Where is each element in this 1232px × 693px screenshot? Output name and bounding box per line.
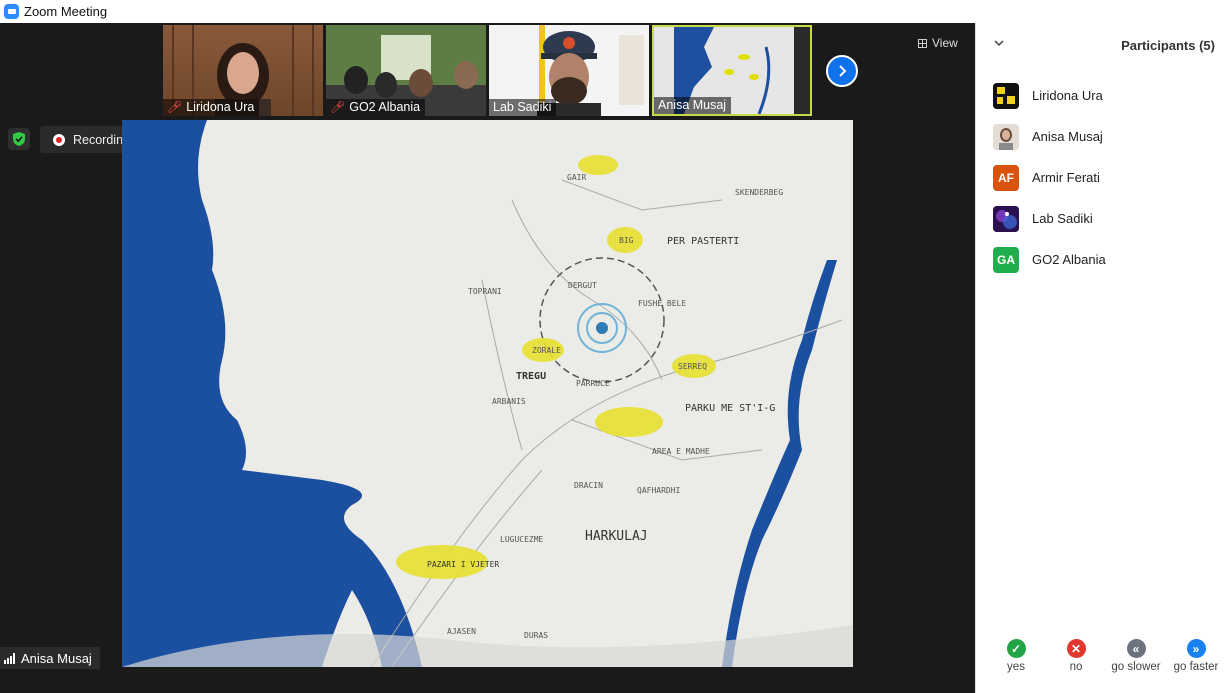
video-tile[interactable]: 🎤︎ Liridona Ura [163, 25, 323, 116]
zoom-logo-icon [4, 4, 19, 19]
map-label: DRACIN [574, 481, 603, 490]
map-label: PAZARI I VJETER [427, 560, 499, 569]
tile-name-label: 🎤︎ GO2 Albania [326, 99, 426, 116]
participant-avatar-icon [993, 123, 1019, 150]
map-label: ZORALE [532, 346, 561, 355]
video-tile[interactable]: Anisa Musaj [652, 25, 812, 116]
avatar: GA [993, 246, 1019, 273]
video-tile[interactable]: Lab Sadiki [489, 25, 649, 116]
mic-muted-icon: 🎤︎ [167, 100, 183, 114]
no-feedback-button[interactable]: ✕ no [1046, 639, 1106, 673]
map-label: DERGUT [568, 281, 597, 290]
avatar [993, 123, 1019, 150]
x-icon: ✕ [1066, 639, 1086, 658]
map-label: LUGUCEZME [500, 535, 544, 544]
participants-list: Liridona Ura Anisa Musaj AF Armir Ferati [976, 75, 1232, 280]
mic-muted-icon: 🎤︎ [330, 100, 346, 114]
video-tile[interactable]: 🎤︎ GO2 Albania [326, 25, 486, 116]
tile-name-label: Anisa Musaj [654, 97, 732, 114]
participant-row[interactable]: Lab Sadiki [976, 198, 1232, 239]
map-label: ARBANIS [492, 397, 526, 406]
window-title-bar: Zoom Meeting [0, 0, 1232, 23]
yes-feedback-button[interactable]: ✓ yes [986, 639, 1046, 673]
go-slower-button[interactable]: « go slower [1106, 639, 1166, 673]
map-label: GAIR [567, 173, 586, 182]
map-label: FUSHE BELE [638, 299, 686, 308]
map-label: TOPRANI [468, 287, 502, 296]
chevron-down-icon [994, 40, 1004, 47]
avatar [993, 205, 1019, 232]
shared-screen: SKENDERBEG BIG GAIR DERGUT FUSHE BELE ZO… [122, 120, 853, 667]
next-page-button[interactable] [826, 55, 858, 87]
tile-name-label: 🎤︎ Liridona Ura [163, 99, 260, 116]
map-label: SERREQ [678, 362, 707, 371]
shield-icon [13, 132, 25, 146]
nonverbal-feedback-bar: ✓ yes ✕ no « go slower » go faster [976, 639, 1232, 679]
map-label: BIG [619, 236, 634, 245]
map-label: AJASEN [447, 627, 476, 636]
chevron-right-icon [839, 65, 847, 77]
map-label: QAFHARDHI [637, 486, 681, 495]
collapse-panel-chevron-down-icon[interactable] [994, 37, 1004, 52]
participant-row[interactable]: Anisa Musaj [976, 116, 1232, 157]
encryption-shield-icon[interactable] [8, 128, 30, 150]
map-label: TREGU [516, 371, 546, 382]
participant-row[interactable]: AF Armir Ferati [976, 157, 1232, 198]
window-title: Zoom Meeting [24, 4, 108, 19]
view-button[interactable]: View [912, 33, 964, 53]
map-label: HARKULAJ [585, 529, 648, 544]
meeting-main-area: 🎤︎ Liridona Ura 🎤︎ GO2 Albania Lab Sadik… [0, 23, 975, 693]
avatar: AF [993, 164, 1019, 191]
fast-forward-icon: » [1186, 639, 1206, 658]
tile-name-label: Lab Sadiki [489, 99, 557, 116]
map-label: PARKU ME ST'I-G [685, 403, 775, 414]
rewind-icon: « [1126, 639, 1146, 658]
shared-map-image: SKENDERBEG BIG GAIR DERGUT FUSHE BELE ZO… [122, 120, 853, 667]
participants-panel: Participants (5) Liridona Ura Anisa Musa… [975, 23, 1232, 693]
participant-row[interactable]: Liridona Ura [976, 75, 1232, 116]
participant-avatar-icon [993, 82, 1019, 109]
map-label: PARRUCE [576, 379, 610, 388]
go-faster-button[interactable]: » go faster [1166, 639, 1226, 673]
check-icon: ✓ [1006, 639, 1026, 658]
participants-title: Participants (5) [1121, 38, 1215, 53]
avatar [993, 82, 1019, 109]
signal-strength-icon [4, 652, 15, 664]
map-label: DURAS [524, 631, 548, 640]
participant-avatar-icon [993, 205, 1019, 232]
participant-row[interactable]: GA GO2 Albania [976, 239, 1232, 280]
map-label: SKENDERBEG [735, 188, 783, 197]
map-label: PER PASTERTI [667, 236, 739, 247]
grid-icon [918, 38, 927, 48]
record-icon [53, 133, 65, 146]
map-label: AREA E MADHE [652, 447, 710, 456]
participants-header: Participants (5) [976, 37, 1232, 55]
active-speaker-label: Anisa Musaj [0, 647, 100, 669]
